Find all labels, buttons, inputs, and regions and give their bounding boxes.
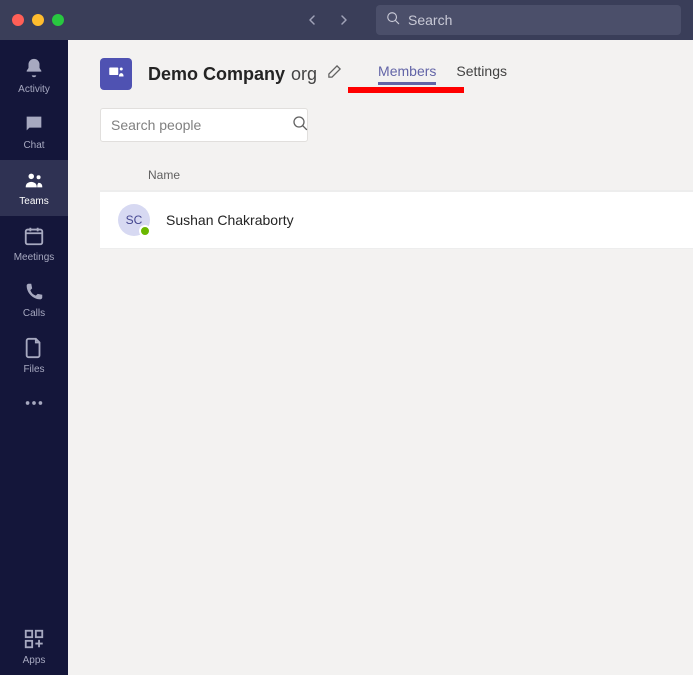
- rail-activity[interactable]: Activity: [0, 48, 68, 104]
- org-suffix: org: [291, 64, 317, 85]
- page-header: Demo Company org Members Settings: [68, 40, 693, 90]
- rail-teams[interactable]: Teams: [0, 160, 68, 216]
- org-tile: [100, 58, 132, 90]
- file-icon: [23, 337, 45, 362]
- rail-label: Activity: [18, 84, 50, 95]
- member-row[interactable]: SC Sushan Chakraborty: [100, 192, 693, 249]
- table-header: Name: [100, 160, 693, 191]
- rail-files[interactable]: Files: [0, 328, 68, 384]
- app-rail: Activity Chat Teams Meetings Calls: [0, 40, 68, 675]
- org-icon: [107, 63, 125, 86]
- back-button[interactable]: [300, 8, 324, 32]
- member-name: Sushan Chakraborty: [166, 212, 294, 228]
- rail-apps[interactable]: Apps: [0, 619, 68, 675]
- tab-settings[interactable]: Settings: [456, 59, 507, 89]
- calendar-icon: [23, 225, 45, 250]
- rail-label: Teams: [19, 196, 48, 207]
- rail-label: Chat: [23, 140, 44, 151]
- org-title: Demo Company org: [148, 64, 317, 85]
- rail-label: Calls: [23, 308, 45, 319]
- window-minimize[interactable]: [32, 14, 44, 26]
- search-people[interactable]: [100, 108, 308, 142]
- global-search[interactable]: [376, 5, 681, 35]
- global-search-input[interactable]: [408, 12, 671, 28]
- rail-label: Meetings: [14, 252, 55, 263]
- edit-button[interactable]: [327, 64, 342, 84]
- search-icon: [292, 115, 308, 136]
- tab-members[interactable]: Members: [378, 59, 436, 89]
- rail-label: Files: [23, 364, 44, 375]
- presence-available-icon: [139, 225, 151, 237]
- pencil-icon: [327, 64, 342, 84]
- rail-more[interactable]: [0, 384, 68, 424]
- rail-label: Apps: [23, 655, 46, 666]
- teams-icon: [23, 169, 45, 194]
- column-name: Name: [148, 168, 180, 182]
- chat-icon: [23, 113, 45, 138]
- titlebar: [0, 0, 693, 40]
- more-icon: [23, 392, 45, 417]
- window-zoom[interactable]: [52, 14, 64, 26]
- window-controls: [12, 14, 64, 26]
- org-name: Demo Company: [148, 64, 285, 85]
- phone-icon: [23, 281, 45, 306]
- bell-icon: [23, 57, 45, 82]
- tabs: Members Settings: [378, 59, 507, 89]
- rail-chat[interactable]: Chat: [0, 104, 68, 160]
- search-icon: [386, 11, 400, 30]
- forward-button[interactable]: [332, 8, 356, 32]
- rail-calls[interactable]: Calls: [0, 272, 68, 328]
- rail-meetings[interactable]: Meetings: [0, 216, 68, 272]
- window-close[interactable]: [12, 14, 24, 26]
- search-people-input[interactable]: [111, 117, 292, 133]
- apps-icon: [23, 628, 45, 653]
- avatar: SC: [118, 204, 150, 236]
- main-content: Demo Company org Members Settings Name: [68, 40, 693, 675]
- history-nav: [300, 8, 356, 32]
